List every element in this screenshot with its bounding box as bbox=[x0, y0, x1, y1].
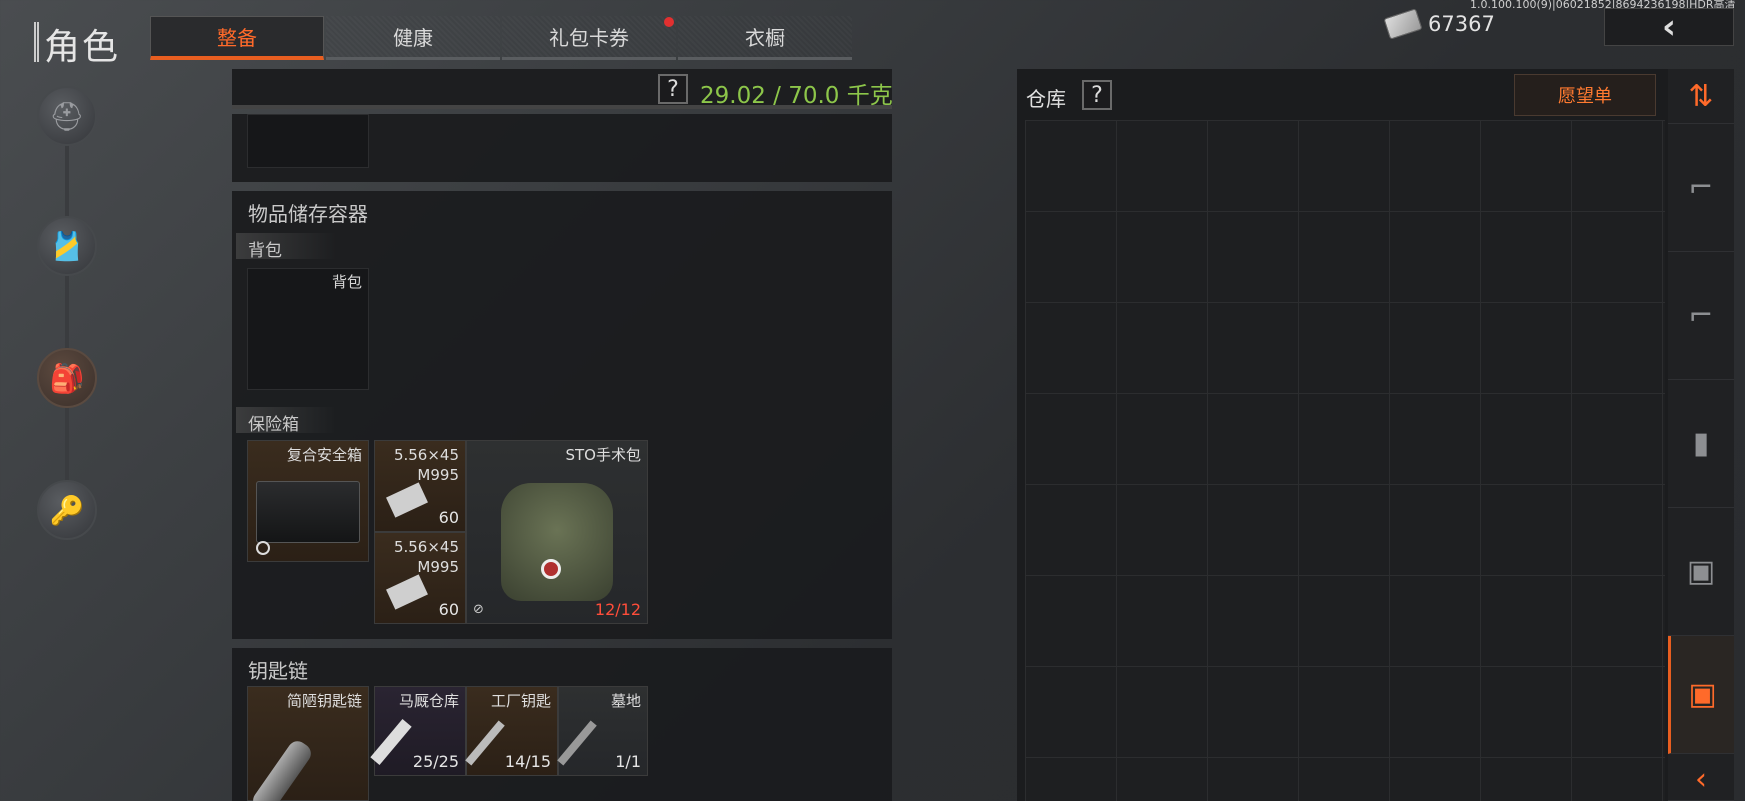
warehouse-title: 仓库 bbox=[1026, 87, 1066, 111]
rifle-icon[interactable]: ⌐ bbox=[1668, 252, 1734, 380]
tab-label: 整备 bbox=[217, 26, 257, 50]
item-count: 60 bbox=[438, 508, 459, 527]
chevron-left-icon: ‹ bbox=[1661, 7, 1676, 47]
item-name: STO手术包 bbox=[565, 446, 642, 464]
item-name: 马厩仓库 bbox=[398, 692, 459, 710]
keychain-container-item[interactable]: 简陋钥匙链 bbox=[247, 686, 369, 801]
wishlist-label: 愿望单 bbox=[1558, 86, 1612, 107]
slot-label: 背包 bbox=[331, 273, 362, 291]
item-name: 5.56×45 M995 bbox=[393, 538, 459, 576]
section-title: 物品储存容器 bbox=[248, 202, 368, 226]
surgical-kit-item[interactable]: STO手术包 12/12 ⊘ bbox=[466, 440, 648, 624]
item-count: 1/1 bbox=[615, 752, 641, 771]
backpack-icon[interactable]: 🎒 bbox=[37, 348, 97, 408]
item-name: 复合安全箱 bbox=[286, 446, 362, 464]
key-image bbox=[557, 720, 597, 766]
item-name: 墓地 bbox=[610, 692, 641, 710]
page-title: 角色 bbox=[44, 27, 121, 68]
bag-image bbox=[501, 483, 613, 601]
warehouse-grid[interactable] bbox=[1025, 120, 1665, 801]
safe-box-image bbox=[256, 481, 360, 543]
safe-container-item[interactable]: 复合安全箱 bbox=[247, 440, 369, 562]
magazine-glyph: ▮ bbox=[1692, 426, 1710, 461]
weight-help-button[interactable]: ? bbox=[658, 74, 688, 104]
cube-active-icon[interactable]: ▣ bbox=[1668, 636, 1734, 754]
rig-icon[interactable]: 🎽 bbox=[37, 216, 97, 276]
sort-glyph: ⇅ bbox=[1688, 78, 1714, 114]
box-glyph: ▣ bbox=[1686, 554, 1716, 589]
wishlist-button[interactable]: 愿望单 bbox=[1514, 74, 1656, 116]
top-tabs: 整备 健康 礼包卡券 衣橱 bbox=[150, 16, 852, 60]
tab-health[interactable]: 健康 bbox=[326, 16, 500, 60]
keychain-title: 钥匙链 bbox=[248, 659, 308, 683]
item-name: 5.56×45 M995 bbox=[393, 446, 459, 484]
nav-rail bbox=[65, 120, 69, 520]
warehouse-help-button[interactable]: ? bbox=[1082, 80, 1112, 110]
rifle-glyph: ⌐ bbox=[1688, 170, 1714, 205]
tab-label: 健康 bbox=[393, 26, 433, 50]
key-item[interactable]: 墓地 1/1 bbox=[557, 686, 648, 776]
rig-glyph: 🎽 bbox=[49, 229, 85, 263]
rifle-icon[interactable]: ⌐ bbox=[1668, 124, 1734, 252]
box-icon[interactable]: ▣ bbox=[1668, 508, 1734, 636]
title-marker bbox=[34, 22, 39, 62]
cube-glyph: ▣ bbox=[1688, 677, 1717, 712]
tab-gift-cards[interactable]: 礼包卡券 bbox=[502, 16, 676, 60]
helmet-icon[interactable]: ⛑ bbox=[37, 86, 97, 146]
cash-stack-icon bbox=[1383, 8, 1423, 40]
chevron-left-icon[interactable]: ‹ bbox=[1668, 759, 1734, 801]
ammo-item[interactable]: 5.56×45 M995 60 bbox=[374, 532, 466, 624]
safe-label: 保险箱 bbox=[248, 415, 299, 435]
currency-amount: 67367 bbox=[1428, 12, 1495, 36]
backpack-glyph: 🎒 bbox=[49, 361, 85, 395]
question-icon: ? bbox=[1091, 82, 1103, 108]
currency-display: 67367 bbox=[1383, 8, 1495, 40]
warehouse-filter-nav: ⇅ ⌐ ⌐ ▮ ▣ ▣ ‹ bbox=[1668, 69, 1734, 801]
item-count: 14/15 bbox=[504, 752, 551, 771]
tab-prepare[interactable]: 整备 bbox=[150, 16, 324, 60]
keychain-image bbox=[249, 737, 315, 801]
keys-icon[interactable]: 🔑 bbox=[37, 480, 97, 540]
helmet-glyph: ⛑ bbox=[49, 99, 85, 133]
sort-icon[interactable]: ⇅ bbox=[1668, 69, 1734, 124]
backpack-slot[interactable]: 背包 bbox=[247, 268, 369, 390]
item-name: 工厂钥匙 bbox=[490, 692, 551, 710]
item-count: 12/12 bbox=[594, 600, 641, 619]
notification-dot bbox=[664, 17, 674, 27]
no-use-icon: ⊘ bbox=[473, 602, 484, 617]
item-count: 60 bbox=[438, 600, 459, 619]
magazine-icon[interactable]: ▮ bbox=[1668, 380, 1734, 508]
key-image bbox=[465, 720, 505, 766]
key-image bbox=[370, 718, 412, 766]
clock-icon bbox=[256, 541, 270, 555]
tab-wardrobe[interactable]: 衣橱 bbox=[678, 16, 852, 60]
question-icon: ? bbox=[667, 76, 679, 102]
ammo-box-image bbox=[386, 482, 428, 518]
rig-slot[interactable] bbox=[247, 114, 369, 168]
ammo-item[interactable]: 5.56×45 M995 60 bbox=[374, 440, 466, 532]
backpack-label: 背包 bbox=[248, 241, 282, 261]
item-name: 简陋钥匙链 bbox=[286, 692, 362, 710]
weight-value: 29.02 / 70.0 千克 bbox=[700, 83, 893, 109]
rifle-glyph: ⌐ bbox=[1688, 298, 1714, 333]
item-count: 25/25 bbox=[412, 752, 459, 771]
ammo-box-image bbox=[386, 574, 428, 610]
key-item[interactable]: 工厂钥匙 14/15 bbox=[465, 686, 558, 776]
tab-label: 衣橱 bbox=[745, 26, 785, 50]
chevron-glyph: ‹ bbox=[1695, 762, 1707, 797]
back-button[interactable]: ‹ bbox=[1604, 7, 1734, 47]
keys-glyph: 🔑 bbox=[49, 493, 85, 527]
tab-label: 礼包卡券 bbox=[549, 26, 629, 50]
key-item[interactable]: 马厩仓库 25/25 bbox=[370, 686, 466, 776]
